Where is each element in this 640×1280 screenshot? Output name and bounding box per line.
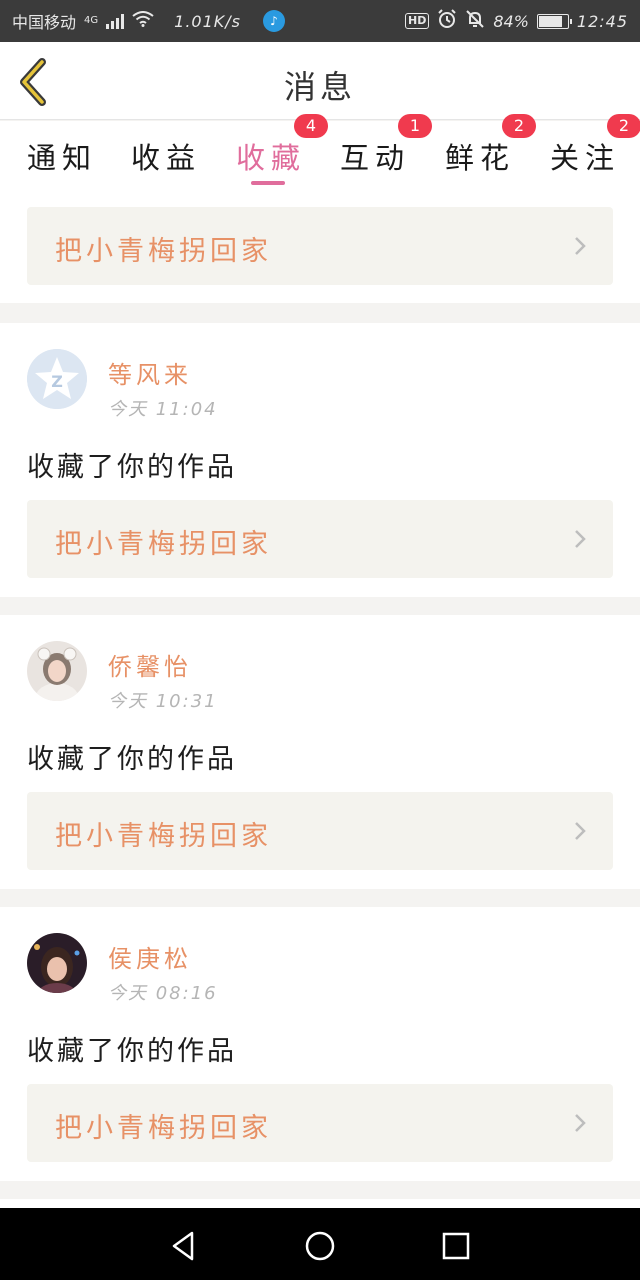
- list-item: [0, 1199, 640, 1208]
- avatar[interactable]: [27, 933, 87, 993]
- home-circle-icon[interactable]: [302, 1228, 338, 1264]
- tab-favorites-badge: 4: [294, 114, 328, 138]
- work-link[interactable]: 把小青梅拐回家: [27, 1084, 613, 1162]
- work-title: 把小青梅拐回家: [55, 236, 272, 267]
- tab-interactions[interactable]: 互动: [340, 135, 410, 177]
- svg-text:Z: Z: [51, 372, 63, 391]
- work-title: 把小青梅拐回家: [55, 1113, 272, 1144]
- work-title: 把小青梅拐回家: [55, 821, 272, 852]
- message-text: 收藏了你的作品: [27, 1036, 237, 1067]
- work-link[interactable]: 把小青梅拐回家: [27, 207, 613, 285]
- system-nav-bar: [0, 1208, 640, 1280]
- list-item: 把小青梅拐回家: [0, 185, 640, 303]
- battery-percent: 84%: [493, 11, 529, 31]
- page-title: 消息: [283, 68, 356, 106]
- tab-follows[interactable]: 关注: [550, 135, 620, 177]
- speed-label: 1.01K/s: [174, 11, 241, 31]
- message-time: 今天 08:16: [108, 983, 218, 1004]
- hd-icon: HD: [404, 13, 430, 29]
- wifi-icon: [132, 11, 154, 31]
- user-photo-icon: [27, 933, 87, 993]
- mute-bell-icon: [465, 9, 485, 33]
- user-name[interactable]: 侨馨怡: [108, 647, 192, 682]
- qzone-star-icon: Z: [27, 349, 87, 409]
- tab-favorites[interactable]: 收藏: [236, 135, 306, 177]
- tab-bar: 通知 收益 收藏 互动 鲜花 关注 4 1 2 2: [0, 114, 640, 185]
- clock: 12:45: [576, 11, 628, 31]
- status-bar: 中国移动 4G 1.01K/s ♪ HD 84% 12:45: [0, 0, 640, 42]
- signal-icon: [106, 13, 125, 29]
- message-time: 今天 10:31: [108, 691, 218, 712]
- alarm-icon: [437, 9, 457, 33]
- chevron-right-icon: [575, 237, 586, 255]
- message-item: 侯庚松 今天 08:16 收藏了你的作品 把小青梅拐回家: [0, 907, 640, 1181]
- work-link[interactable]: 把小青梅拐回家: [27, 792, 613, 870]
- network-label: 4G: [84, 15, 99, 26]
- header: 消息: [0, 42, 640, 120]
- battery-icon: [536, 13, 572, 29]
- avatar[interactable]: Z: [27, 349, 87, 409]
- chevron-right-icon: [575, 530, 586, 548]
- message-item: Z 等风来 今天 11:04 收藏了你的作品 把小青梅拐回家: [0, 323, 640, 597]
- message-text: 收藏了你的作品: [27, 744, 237, 775]
- tab-flowers-badge: 2: [502, 114, 536, 138]
- message-item: 侨馨怡 今天 10:31 收藏了你的作品 把小青梅拐回家: [0, 615, 640, 889]
- tab-flowers[interactable]: 鲜花: [445, 135, 515, 177]
- music-icon: ♪: [262, 10, 285, 32]
- avatar[interactable]: [27, 641, 87, 701]
- chevron-right-icon: [575, 1114, 586, 1132]
- back-triangle-icon[interactable]: [166, 1228, 202, 1264]
- recents-square-icon[interactable]: [438, 1228, 474, 1264]
- message-time: 今天 11:04: [108, 399, 218, 420]
- tab-interactions-badge: 1: [398, 114, 432, 138]
- work-link[interactable]: 把小青梅拐回家: [27, 500, 613, 578]
- user-photo-icon: [27, 641, 87, 701]
- user-name[interactable]: 等风来: [108, 355, 192, 390]
- tab-notifications[interactable]: 通知: [27, 135, 97, 177]
- carrier-label: 中国移动: [12, 13, 77, 32]
- tab-follows-badge: 2: [607, 114, 640, 138]
- work-title: 把小青梅拐回家: [55, 529, 272, 560]
- message-text: 收藏了你的作品: [27, 452, 237, 483]
- tab-earnings[interactable]: 收益: [131, 135, 201, 177]
- chevron-right-icon: [575, 822, 586, 840]
- user-name[interactable]: 侯庚松: [108, 939, 192, 974]
